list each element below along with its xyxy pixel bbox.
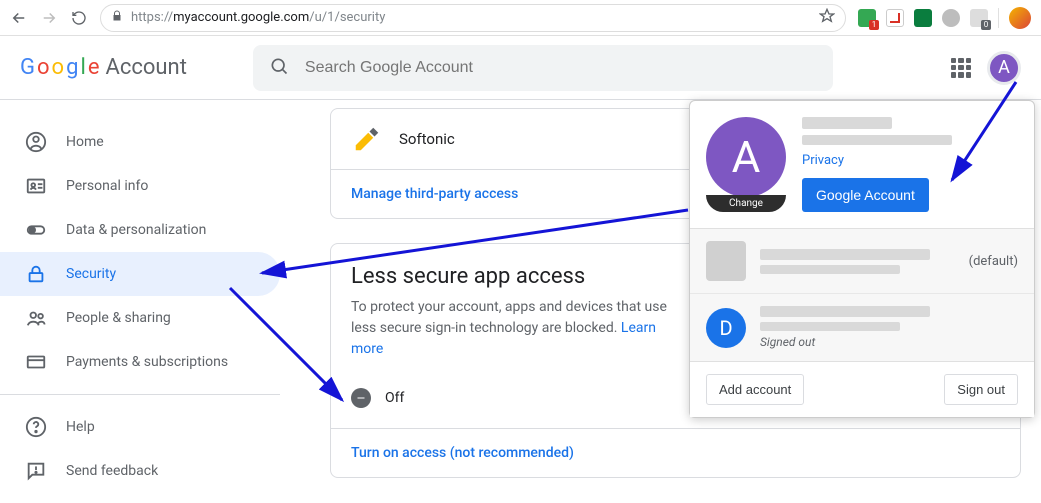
third-party-app-name: Softonic (399, 130, 455, 148)
status-off-label: Off (385, 390, 404, 406)
redacted-name (760, 306, 930, 317)
toggle-icon (24, 219, 48, 241)
browser-reload-button[interactable] (70, 9, 88, 27)
sidebar-item-payments-subscriptions[interactable]: Payments & subscriptions (0, 340, 280, 384)
redacted-email (802, 135, 952, 145)
sidebar-nav: Home Personal info Data & personalizatio… (0, 100, 280, 503)
help-icon (24, 416, 48, 438)
sidebar-item-feedback[interactable]: Send feedback (0, 449, 280, 493)
app-header: Google Account A (0, 36, 1041, 100)
account-switcher-popup: A Change Privacy Google Account (default… (689, 100, 1035, 418)
sidebar-item-label: Payments & subscriptions (66, 354, 228, 370)
bookmark-star-icon[interactable] (819, 8, 835, 28)
id-card-icon (24, 175, 48, 197)
manage-third-party-link[interactable]: Manage third-party access (351, 186, 518, 202)
lock-icon (24, 263, 48, 285)
privacy-link[interactable]: Privacy (802, 153, 1018, 168)
browser-omnibox[interactable]: https://myaccount.google.com/u/1/securit… (100, 4, 846, 32)
less-secure-description: To protect your account, apps and device… (331, 297, 711, 380)
person-circle-icon (24, 131, 48, 153)
account-avatar-icon (706, 241, 746, 281)
extension-icon[interactable] (970, 9, 988, 27)
url-text: https://myaccount.google.com/u/1/securit… (131, 10, 385, 25)
popup-avatar[interactable]: A Change (706, 117, 786, 212)
sidebar-item-label: Help (66, 419, 95, 435)
lock-icon (111, 10, 123, 26)
extension-icon[interactable] (858, 9, 876, 27)
account-avatar-icon: D (706, 308, 746, 348)
redacted-name (760, 249, 930, 260)
change-avatar-label[interactable]: Change (706, 195, 786, 212)
turn-on-access-link[interactable]: Turn on access (not recommended) (351, 445, 574, 461)
people-icon (24, 307, 48, 329)
sidebar-item-label: People & sharing (66, 310, 171, 326)
status-off-icon (351, 388, 371, 408)
feedback-icon (24, 460, 48, 482)
redacted-name (802, 117, 892, 129)
sidebar-item-home[interactable]: Home (0, 120, 280, 164)
search-icon (269, 56, 289, 80)
sidebar-item-security[interactable]: Security (0, 252, 280, 296)
redacted-email (760, 265, 900, 274)
sidebar-item-data-personalization[interactable]: Data & personalization (0, 208, 280, 252)
redacted-email (760, 322, 900, 331)
signed-out-label: Signed out (760, 335, 930, 349)
search-input[interactable] (305, 59, 817, 77)
sidebar-item-label: Send feedback (66, 463, 158, 479)
add-account-button[interactable]: Add account (706, 374, 804, 405)
search-box[interactable] (253, 45, 833, 91)
google-account-logo[interactable]: Google Account (20, 55, 187, 80)
sidebar-item-help[interactable]: Help (0, 405, 280, 449)
extension-icon[interactable] (914, 9, 932, 27)
softonic-app-icon (351, 123, 383, 155)
sidebar-item-personal-info[interactable]: Personal info (0, 164, 280, 208)
sidebar-item-label: Personal info (66, 178, 148, 194)
google-apps-icon[interactable] (951, 58, 971, 78)
default-label: (default) (969, 254, 1018, 269)
sidebar-item-label: Home (66, 134, 104, 150)
google-account-button[interactable]: Google Account (802, 178, 929, 212)
account-avatar[interactable]: A (987, 51, 1021, 85)
browser-chrome: https://myaccount.google.com/u/1/securit… (0, 0, 1041, 36)
sidebar-item-label: Data & personalization (66, 222, 206, 238)
card-icon (24, 351, 48, 373)
sidebar-item-label: Security (66, 266, 116, 282)
extension-icon[interactable] (942, 9, 960, 27)
account-row[interactable]: D Signed out (690, 293, 1034, 361)
browser-extension-icons (858, 7, 1031, 29)
browser-back-button[interactable] (10, 9, 28, 27)
browser-profile-avatar[interactable] (1009, 7, 1031, 29)
sidebar-item-people-sharing[interactable]: People & sharing (0, 296, 280, 340)
account-row[interactable]: (default) (690, 229, 1034, 293)
browser-forward-button[interactable] (40, 9, 58, 27)
extension-icon[interactable] (886, 9, 904, 27)
sign-out-button[interactable]: Sign out (944, 374, 1018, 405)
